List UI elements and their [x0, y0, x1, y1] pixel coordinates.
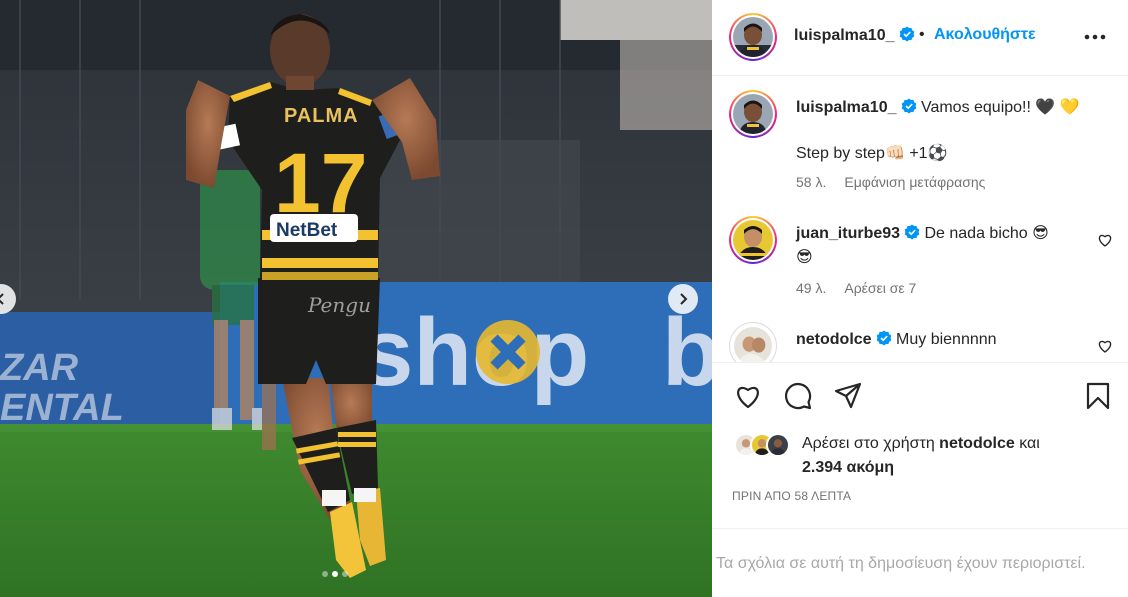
caption-avatar-image	[733, 94, 773, 134]
caption-age: 58 λ.	[796, 174, 827, 190]
chevron-left-icon	[0, 293, 4, 305]
heart-icon	[1098, 340, 1112, 353]
post-media[interactable]: ZAR ENTAL shop b Pengu PALMA 17 NetBet	[0, 0, 712, 597]
shorts-logo: Pengu	[307, 293, 371, 317]
likers-avatars[interactable]	[734, 433, 798, 459]
caption-username[interactable]: luispalma10_	[796, 99, 897, 116]
board-main: shop	[360, 299, 589, 406]
verified-badge-icon	[876, 330, 892, 346]
save-button[interactable]	[1083, 381, 1113, 411]
author-avatar[interactable]	[729, 13, 777, 61]
header-username-row[interactable]: luispalma10_	[794, 26, 915, 45]
verified-badge-icon	[901, 98, 917, 114]
comment-username[interactable]: netodolce	[796, 331, 872, 348]
send-icon	[834, 382, 862, 409]
verified-badge-icon	[904, 224, 920, 240]
comment-text-line1: De nada bicho 😎	[924, 225, 1049, 242]
like-button[interactable]	[733, 381, 763, 411]
author-avatar-image	[733, 17, 773, 57]
verified-badge-icon	[899, 26, 915, 42]
header-separator: •	[919, 26, 925, 43]
comments-restricted-notice: Τα σχόλια σε αυτή τη δημοσίευση έχουν πε…	[716, 555, 1086, 572]
post-side-panel: luispalma10_ • Ακολουθήστε luispalma10_ …	[712, 0, 1128, 597]
comment-text-line1-row: netodolce Muy biennnnn	[796, 328, 1096, 352]
see-translation-button[interactable]: Εμφάνιση μετάφρασης	[844, 174, 985, 190]
liker-username[interactable]: netodolce	[939, 435, 1015, 452]
more-horizontal-icon	[1084, 34, 1106, 40]
carousel-dot-active	[332, 571, 338, 577]
comment-box-area: Τα σχόλια σε αυτή τη δημοσίευση έχουν πε…	[712, 528, 1128, 597]
follow-button[interactable]: Ακολουθήστε	[934, 26, 1036, 44]
commenter-avatar-image	[734, 327, 772, 362]
likes-summary: Αρέσει στο χρήστη netodolce και	[802, 435, 1040, 453]
jersey-name: PALMA	[284, 105, 359, 127]
comment-text-line1: Muy biennnnn	[896, 331, 997, 348]
carousel-indicator	[322, 571, 348, 577]
bookmark-icon	[1086, 382, 1110, 410]
board-left-line1: ZAR	[0, 347, 79, 389]
comment-text-line1-row: juan_iturbe93 De nada bicho 😎	[796, 222, 1096, 246]
header-username[interactable]: luispalma10_	[794, 27, 895, 44]
sponsor-logo: NetBet	[276, 220, 338, 241]
comment-username[interactable]: juan_iturbe93	[796, 225, 900, 242]
post-actions: Αρέσει στο χρήστη netodolce και 2.394 ακ…	[712, 362, 1128, 528]
caption-text-line1-row: luispalma10_ Vamos equipo!! 🖤 💛	[796, 96, 1096, 120]
likes-prefix: Αρέσει στο χρήστη	[802, 435, 935, 452]
likes-suffix: και	[1019, 435, 1040, 452]
board-left-line2: ENTAL	[0, 387, 124, 429]
carousel-dot	[342, 571, 348, 577]
caption-avatar[interactable]	[729, 90, 777, 138]
comment-button[interactable]	[783, 381, 813, 411]
like-comment-button[interactable]	[1097, 338, 1113, 354]
like-comment-button[interactable]	[1097, 232, 1113, 248]
comment-icon	[784, 382, 812, 410]
caption-text-line1: Vamos equipo!! 🖤 💛	[920, 99, 1080, 116]
caption-text-line2: Step by step👊🏻 +1⚽	[796, 145, 948, 162]
post-timestamp[interactable]: ΠΡΙΝ ΑΠΟ 58 ΛΕΠΤΑ	[732, 489, 851, 503]
heart-icon	[737, 386, 759, 409]
caption-meta: 58 λ. Εμφάνιση μετάφρασης	[796, 174, 985, 190]
comment-meta: 49 λ. Αρέσει σε 7	[796, 280, 916, 296]
commenter-avatar-image	[733, 220, 773, 260]
post-header: luispalma10_ • Ακολουθήστε	[712, 0, 1128, 76]
comments-list[interactable]: luispalma10_ Vamos equipo!! 🖤 💛 Step by …	[712, 77, 1128, 362]
more-options-button[interactable]	[1082, 24, 1108, 50]
carousel-dot	[322, 571, 328, 577]
chevron-right-icon	[680, 293, 688, 305]
comment-text-line2: 😎	[796, 249, 813, 266]
share-button[interactable]	[833, 381, 863, 411]
comment-age: 49 λ.	[796, 280, 827, 296]
commenter-avatar[interactable]	[729, 216, 777, 264]
board-right: b	[662, 299, 712, 406]
liker-avatar	[766, 433, 790, 457]
heart-icon	[1098, 234, 1112, 247]
comment-likes-button[interactable]: Αρέσει σε 7	[844, 280, 916, 296]
next-photo-button[interactable]	[668, 284, 698, 314]
likes-count-button[interactable]: 2.394 ακόμη	[802, 459, 894, 477]
post-photo: ZAR ENTAL shop b Pengu PALMA 17 NetBet	[0, 0, 712, 597]
commenter-avatar[interactable]	[729, 322, 777, 362]
